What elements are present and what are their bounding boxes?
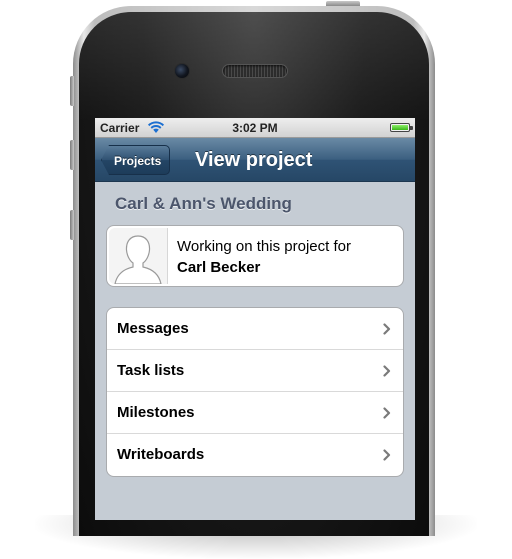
screen: Carrier 3:02 PM Projects View project Ca… bbox=[95, 118, 415, 520]
owner-name: Carl Becker bbox=[177, 259, 261, 276]
menu-item-label: Milestones bbox=[117, 404, 195, 421]
battery-tip bbox=[410, 126, 413, 130]
person-silhouette-icon bbox=[114, 235, 162, 284]
chevron-right-icon bbox=[383, 365, 391, 377]
chevron-right-icon bbox=[383, 449, 391, 461]
chevron-right-icon bbox=[383, 323, 391, 335]
menu-item-label: Messages bbox=[117, 320, 189, 337]
status-bar: Carrier 3:02 PM bbox=[95, 118, 415, 138]
project-owner-card: Working on this project for Carl Becker bbox=[106, 225, 404, 287]
battery-icon bbox=[390, 123, 410, 132]
menu-item-messages[interactable]: Messages bbox=[107, 308, 403, 350]
chevron-right-icon bbox=[383, 407, 391, 419]
avatar bbox=[109, 228, 168, 284]
front-camera bbox=[174, 63, 190, 79]
status-time: 3:02 PM bbox=[232, 121, 278, 135]
menu-item-label: Task lists bbox=[117, 362, 185, 379]
volume-up-button bbox=[70, 140, 74, 170]
sleep-button bbox=[326, 1, 360, 6]
menu-item-task-lists[interactable]: Task lists bbox=[107, 350, 403, 392]
project-name: Carl & Ann's Wedding bbox=[115, 194, 292, 213]
menu-item-writeboards[interactable]: Writeboards bbox=[107, 434, 403, 476]
owner-intro-text: Working on this project for bbox=[177, 238, 351, 255]
volume-down-button bbox=[70, 210, 74, 240]
back-button-projects[interactable]: Projects bbox=[101, 145, 171, 175]
earpiece-speaker bbox=[222, 64, 288, 78]
mute-switch bbox=[70, 76, 74, 106]
project-menu: Messages Task lists Milestones Writeboar… bbox=[106, 307, 404, 477]
battery-level bbox=[392, 125, 408, 130]
menu-item-milestones[interactable]: Milestones bbox=[107, 392, 403, 434]
page-title: View project bbox=[195, 149, 313, 171]
navigation-bar: Projects View project bbox=[95, 138, 415, 182]
menu-item-label: Writeboards bbox=[117, 446, 205, 463]
